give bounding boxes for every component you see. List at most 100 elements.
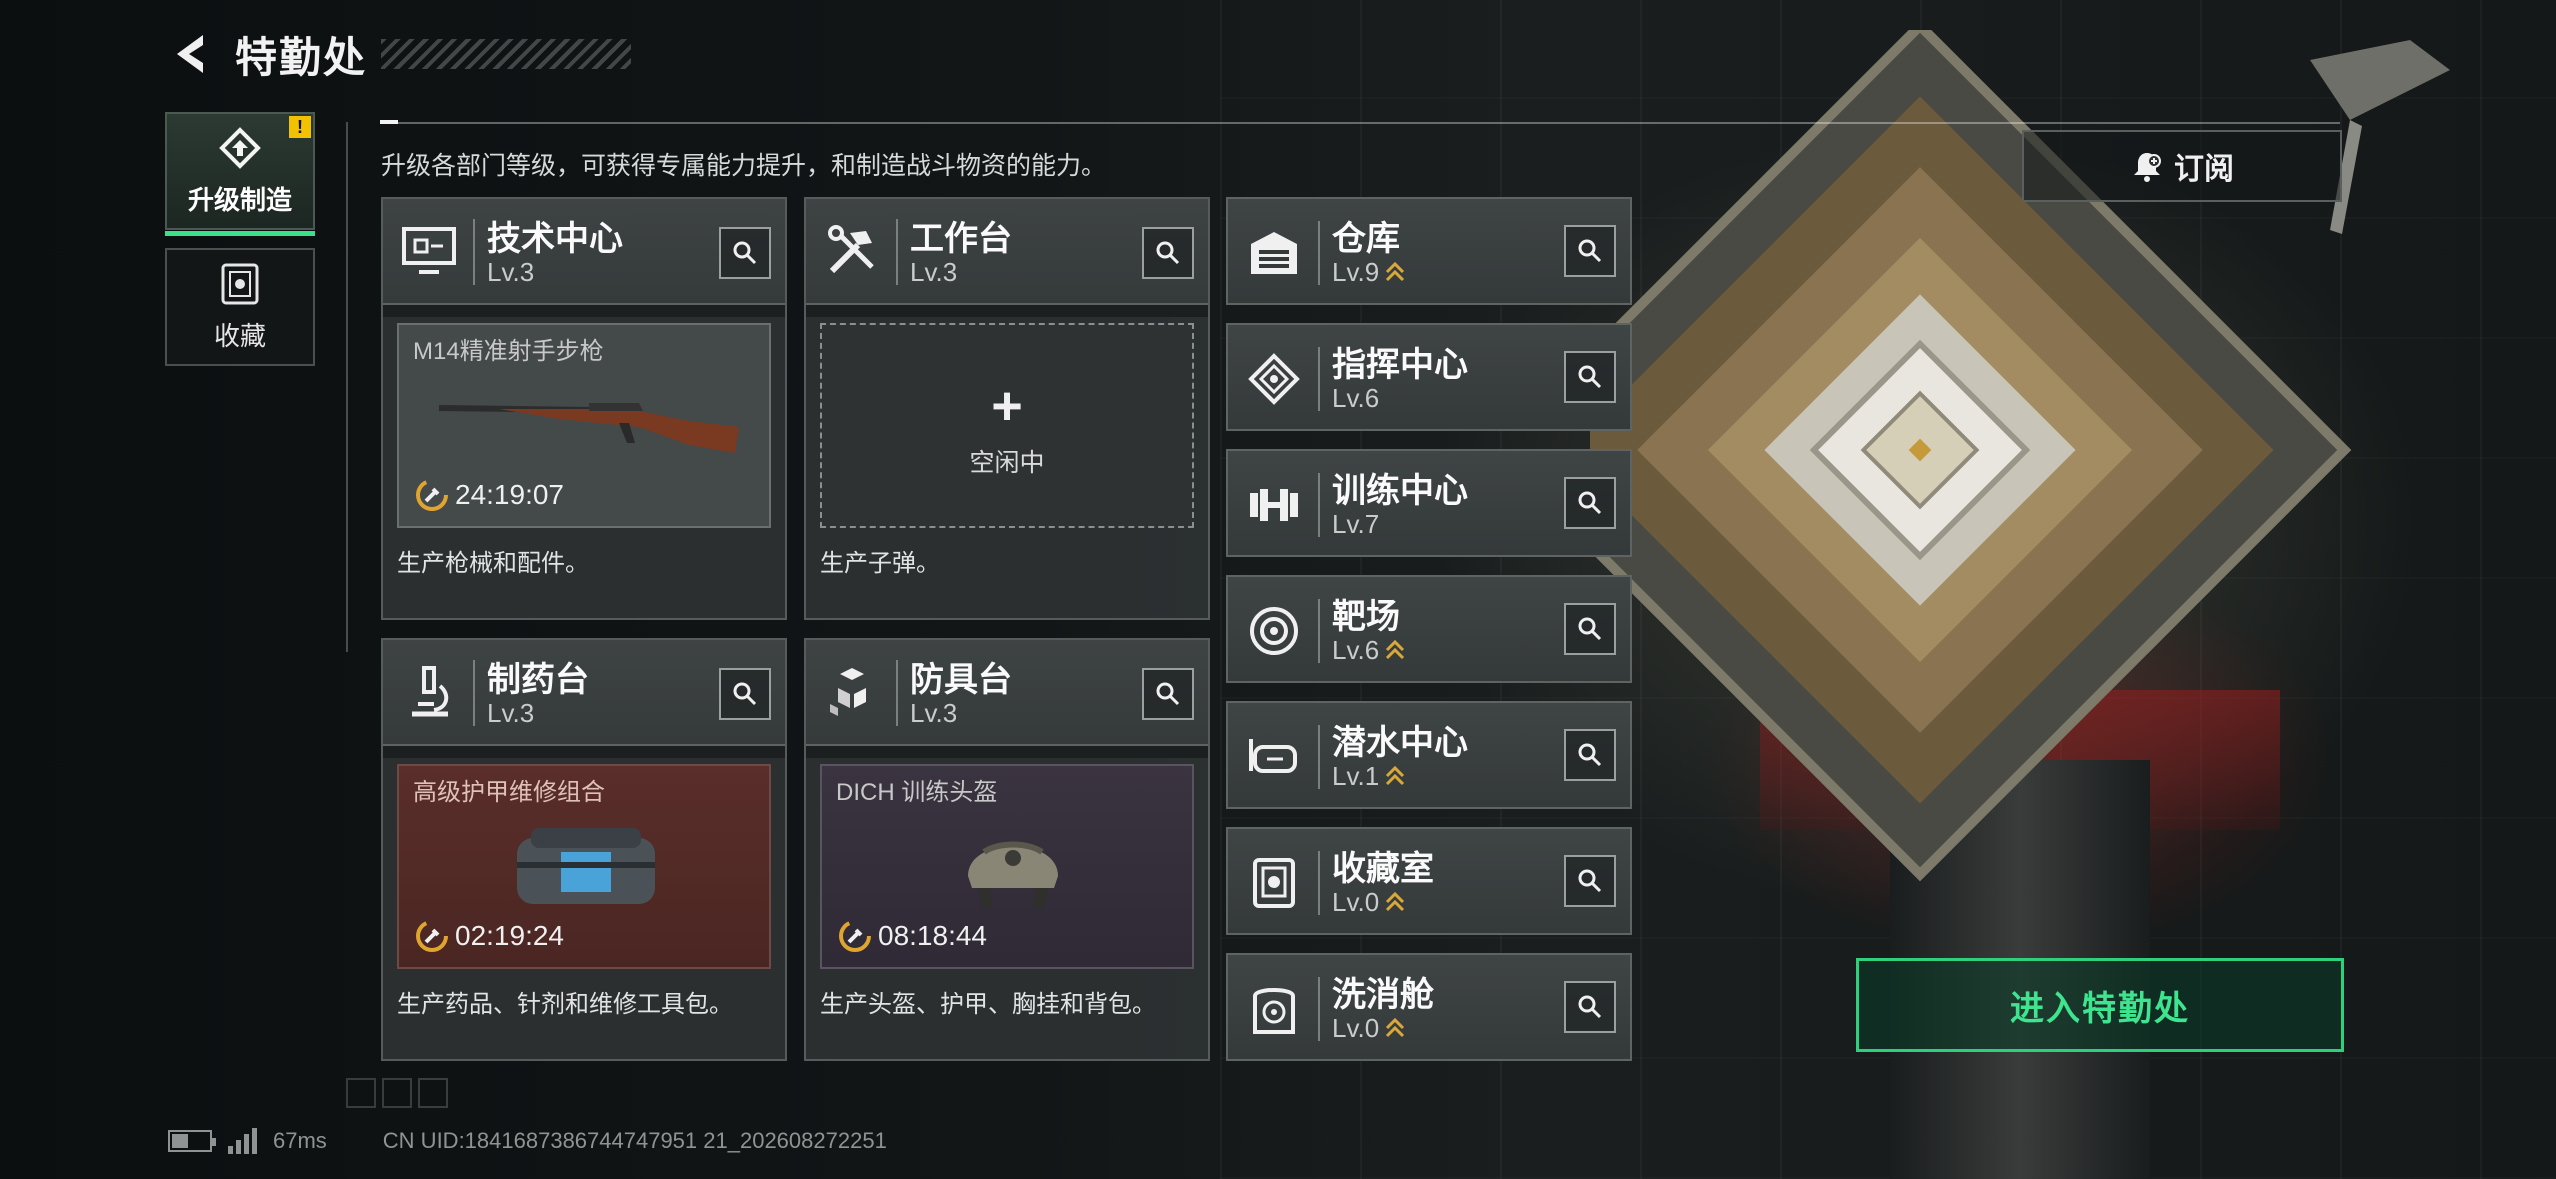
header-separator bbox=[473, 660, 475, 726]
card-header: 工作台 Lv.3 bbox=[806, 199, 1208, 305]
upgrade-available-icon bbox=[1386, 1017, 1405, 1037]
search-icon bbox=[1578, 617, 1602, 641]
uid-text: CN UID:1841687386744747951 21_2026082722… bbox=[382, 1128, 887, 1153]
nav-collection[interactable]: 收藏 bbox=[165, 248, 315, 366]
facility-warehouse[interactable]: 仓库 Lv.9 bbox=[1226, 197, 1632, 305]
header-separator bbox=[1318, 347, 1320, 411]
facility-level-text: Lv.7 bbox=[1332, 509, 1380, 539]
page-description: 升级各部门等级，可获得专属能力提升，和制造战斗物资的能力。 bbox=[381, 152, 1107, 180]
idle-status: 空闲中 bbox=[969, 449, 1045, 477]
facility-shooting-range[interactable]: 靶场 Lv.6 bbox=[1226, 575, 1632, 683]
rifle-image bbox=[439, 403, 739, 453]
upgrade-icon bbox=[219, 126, 261, 169]
upgrade-available-icon bbox=[1386, 261, 1405, 281]
inspect-button[interactable] bbox=[719, 227, 771, 279]
card-workbench: 工作台 Lv.3 + 空闲中 生产子弹。 bbox=[804, 197, 1210, 620]
card-tech-center: 技术中心 Lv.3 M14精准射手步枪 24:19:07 生产枪械和配件。 bbox=[381, 197, 787, 620]
timer-wrench-icon bbox=[416, 920, 448, 952]
facility-level: Lv.6 bbox=[1332, 383, 1379, 414]
inspect-button[interactable] bbox=[1564, 729, 1616, 781]
card-gap bbox=[806, 305, 1208, 317]
status-bar: 67ms CN UID:1841687386744747951 21_20260… bbox=[168, 1128, 887, 1154]
page-title: 特勤处 bbox=[235, 33, 368, 81]
target-icon bbox=[1242, 599, 1306, 663]
inspect-button[interactable] bbox=[1564, 603, 1616, 655]
production-timer: 02:19:24 bbox=[415, 919, 564, 953]
search-icon bbox=[1578, 743, 1602, 767]
idle-slot[interactable]: + 空闲中 bbox=[820, 323, 1194, 528]
back-button[interactable] bbox=[165, 28, 217, 80]
production-timer: 24:19:07 bbox=[415, 478, 564, 512]
production-slot[interactable]: 高级护甲维修组合 02:19:24 bbox=[397, 764, 771, 969]
production-slot[interactable]: DICH 训练头盔 08:18:44 bbox=[820, 764, 1194, 969]
facility-name: 潜水中心 bbox=[1332, 724, 1468, 762]
facility-name: 收藏室 bbox=[1332, 850, 1434, 888]
search-icon bbox=[1578, 995, 1602, 1019]
facility-level-text: Lv.1 bbox=[1332, 761, 1380, 791]
facility-collection-room[interactable]: 收藏室 Lv.0 bbox=[1226, 827, 1632, 935]
divider-line bbox=[380, 122, 2340, 124]
timer-text: 08:18:44 bbox=[878, 920, 987, 951]
inspect-button[interactable] bbox=[719, 668, 771, 720]
top-bar: 特勤处 bbox=[165, 24, 632, 84]
header-separator bbox=[1318, 599, 1320, 663]
production-slot[interactable]: M14精准射手步枪 24:19:07 bbox=[397, 323, 771, 528]
facility-decon-chamber[interactable]: 洗消舱 Lv.0 bbox=[1226, 953, 1632, 1061]
nav-upgrade-build[interactable]: ! 升级制造 bbox=[165, 112, 315, 236]
card-pharmacy: 制药台 Lv.3 高级护甲维修组合 02:19:24 生产药品、针剂和维修工具包… bbox=[381, 638, 787, 1061]
timer-text: 02:19:24 bbox=[455, 920, 564, 951]
card-level: Lv.3 bbox=[910, 698, 958, 728]
facility-level-text: Lv.0 bbox=[1332, 1013, 1380, 1043]
divider-mark bbox=[380, 120, 398, 124]
card-gap bbox=[806, 746, 1208, 758]
card-header: 制药台 Lv.3 bbox=[383, 640, 785, 746]
inspect-button[interactable] bbox=[1564, 855, 1616, 907]
inspect-button[interactable] bbox=[1564, 225, 1616, 277]
bell-icon bbox=[2134, 153, 2161, 182]
facility-level-text: Lv.6 bbox=[1332, 383, 1380, 413]
card-description: 生产枪械和配件。 bbox=[397, 550, 589, 577]
enter-button-label: 进入特勤处 bbox=[2010, 989, 2190, 1028]
inspect-button[interactable] bbox=[1564, 477, 1616, 529]
card-title: 制药台 bbox=[487, 661, 589, 699]
facility-level: Lv.9 bbox=[1332, 257, 1407, 288]
item-name: M14精准射手步枪 bbox=[413, 338, 604, 365]
header-separator bbox=[896, 660, 898, 726]
facility-name: 指挥中心 bbox=[1332, 346, 1468, 384]
timer-wrench-icon bbox=[839, 920, 871, 952]
card-gap bbox=[383, 305, 785, 317]
enter-special-ops-button[interactable]: 进入特勤处 bbox=[1856, 958, 2344, 1052]
ping-text: 67ms bbox=[273, 1128, 327, 1153]
facility-diving-center[interactable]: 潜水中心 Lv.1 bbox=[1226, 701, 1632, 809]
add-icon: + bbox=[991, 376, 1023, 436]
collection-icon bbox=[1242, 851, 1306, 915]
header-separator bbox=[896, 219, 898, 285]
monitor-icon bbox=[397, 219, 461, 283]
card-title: 工作台 bbox=[910, 220, 1012, 258]
facility-name: 靶场 bbox=[1332, 598, 1400, 636]
diving-mask-icon bbox=[1242, 725, 1306, 789]
facility-level-text: Lv.0 bbox=[1332, 887, 1380, 917]
facility-command-center[interactable]: 指挥中心 Lv.6 bbox=[1226, 323, 1632, 431]
inspect-button[interactable] bbox=[1142, 668, 1194, 720]
dumbbell-icon bbox=[1242, 473, 1306, 537]
command-icon bbox=[1242, 347, 1306, 411]
tools-icon bbox=[820, 219, 884, 283]
decon-icon bbox=[1242, 977, 1306, 1041]
card-header: 防具台 Lv.3 bbox=[806, 640, 1208, 746]
inspect-button[interactable] bbox=[1142, 227, 1194, 279]
subscribe-button[interactable]: 订阅 bbox=[2022, 130, 2342, 202]
card-title: 技术中心 bbox=[487, 220, 623, 258]
search-icon bbox=[1578, 239, 1602, 263]
upgrade-available-icon bbox=[1386, 765, 1405, 785]
timer-text: 24:19:07 bbox=[455, 479, 564, 510]
card-description: 生产头盔、护甲、胸挂和背包。 bbox=[820, 991, 1156, 1018]
inspect-button[interactable] bbox=[1564, 351, 1616, 403]
header-separator bbox=[473, 219, 475, 285]
facility-level-text: Lv.6 bbox=[1332, 635, 1380, 665]
subscribe-label: 订阅 bbox=[2174, 153, 2234, 186]
facility-training-center[interactable]: 训练中心 Lv.7 bbox=[1226, 449, 1632, 557]
upgrade-available-icon bbox=[1386, 639, 1405, 659]
header-separator bbox=[1318, 473, 1320, 537]
inspect-button[interactable] bbox=[1564, 981, 1616, 1033]
